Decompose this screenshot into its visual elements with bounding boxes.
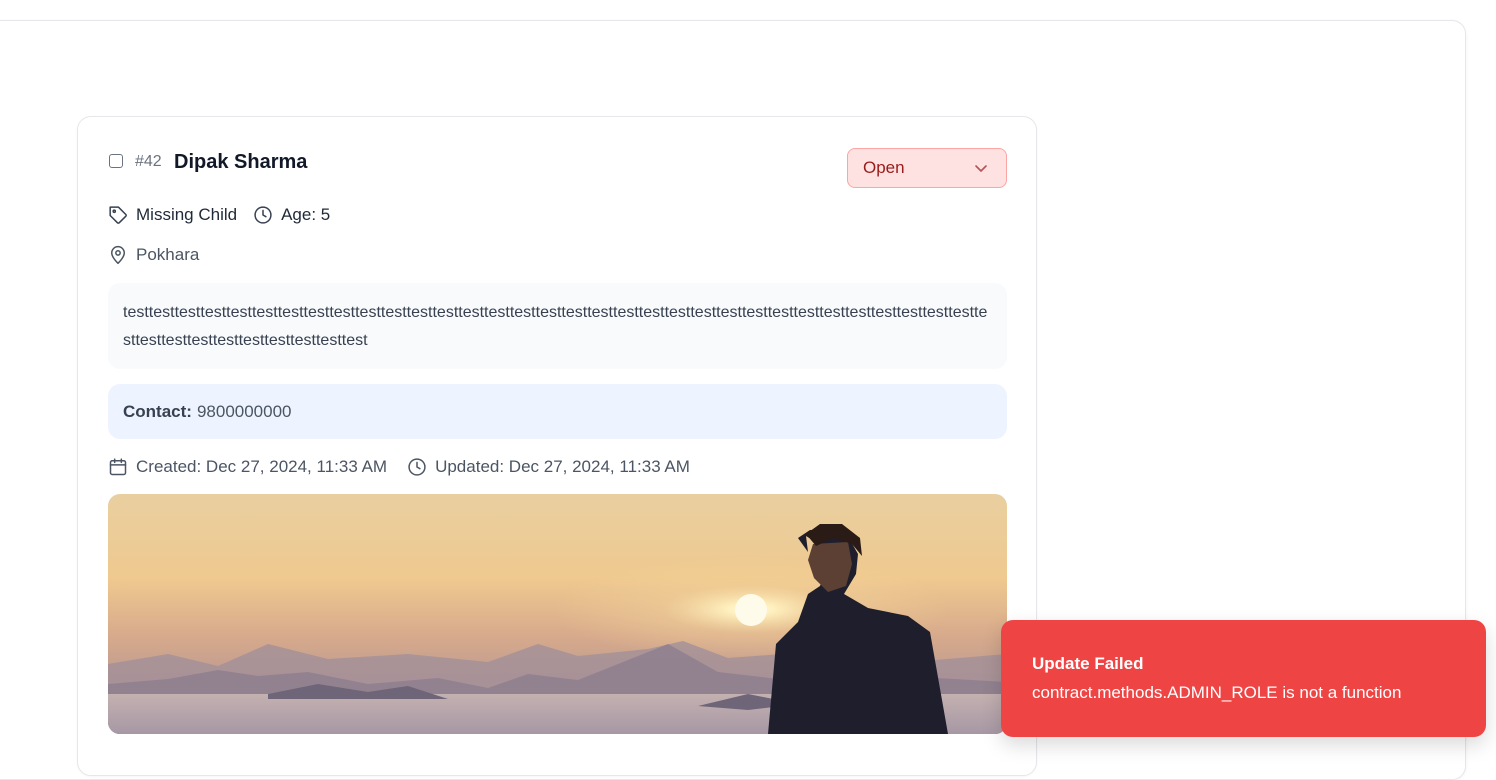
person-name: Dipak Sharma [174, 151, 308, 173]
contact-box: Contact: 9800000000 [108, 384, 1007, 439]
toast-message: contract.methods.ADMIN_ROLE is not a fun… [1032, 683, 1402, 702]
case-description: testtesttesttesttesttesttesttesttesttest… [108, 283, 1007, 369]
age-label: Age: 5 [281, 205, 331, 224]
location-label: Pokhara [136, 245, 200, 264]
calendar-icon [108, 457, 128, 477]
case-card: #42 Dipak Sharma Open Missing Child Age:… [77, 116, 1037, 776]
case-tags-row: Missing Child Age: 5 [108, 205, 330, 225]
location-row: Pokhara [108, 245, 199, 265]
category-label: Missing Child [136, 205, 238, 224]
map-pin-icon [108, 245, 128, 265]
updated-timestamp: Updated: Dec 27, 2024, 11:33 AM [435, 457, 690, 476]
clock-icon [407, 457, 427, 477]
tag-icon [108, 205, 128, 225]
status-dropdown[interactable]: Open [847, 148, 1007, 188]
chevron-down-icon [974, 161, 988, 175]
case-photo[interactable] [108, 494, 1007, 734]
timestamps-row: Created: Dec 27, 2024, 11:33 AM Updated:… [108, 457, 690, 477]
toast-title: Update Failed [1032, 654, 1144, 673]
status-value: Open [863, 158, 905, 177]
clock-icon [253, 205, 273, 225]
contact-label: Contact: [123, 401, 192, 421]
case-id: #42 [135, 153, 162, 170]
error-toast[interactable]: Update Failed contract.methods.ADMIN_ROL… [1001, 620, 1486, 737]
contact-number: 9800000000 [196, 401, 292, 421]
created-timestamp: Created: Dec 27, 2024, 11:33 AM [136, 457, 388, 476]
select-case-checkbox[interactable] [109, 154, 123, 168]
